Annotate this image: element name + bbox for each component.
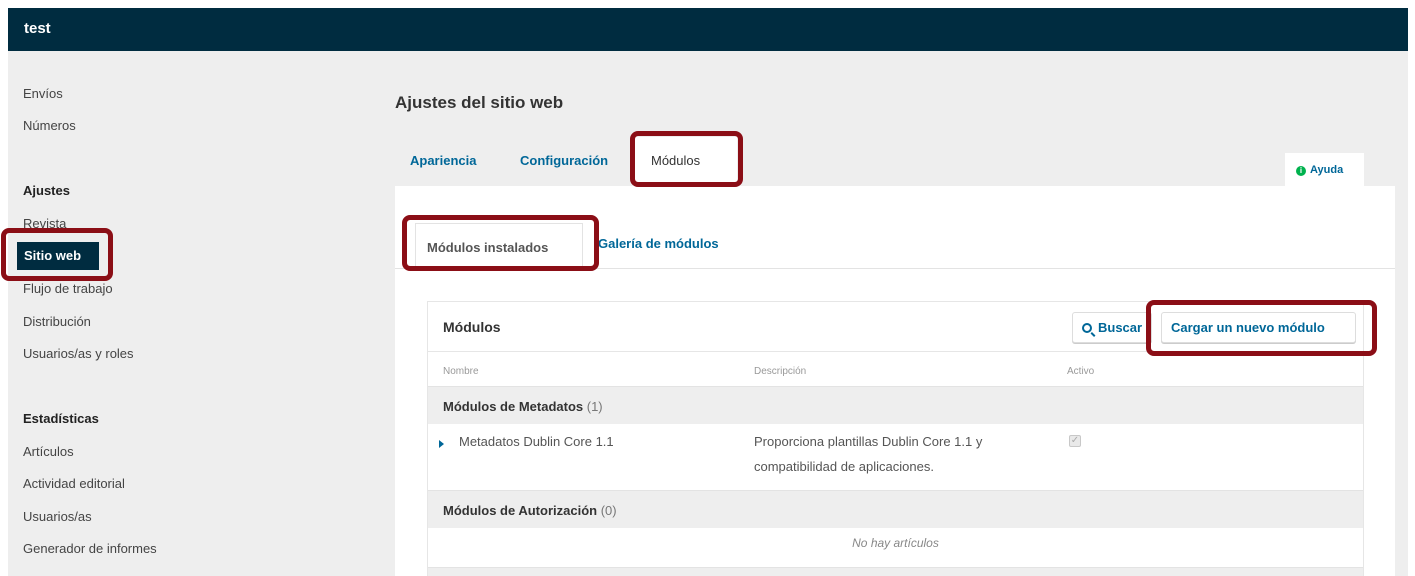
sidebar-item-sitio-web[interactable]: Sitio web — [17, 242, 99, 270]
upload-plugin-button[interactable]: Cargar un nuevo módulo — [1161, 312, 1356, 343]
app-title[interactable]: test — [24, 20, 51, 37]
group-count: (1) — [586, 399, 603, 414]
sidebar-item-revista[interactable]: Revista — [23, 216, 66, 231]
page-margin — [1408, 8, 1415, 576]
group-count: (0) — [600, 503, 617, 518]
sidebar-item-numeros[interactable]: Números — [23, 118, 76, 133]
plugins-title: Módulos — [443, 319, 501, 335]
next-group-row — [428, 567, 1363, 576]
subtab-installed-label: Módulos instalados — [427, 240, 549, 255]
main-content: Ajustes del sitio web Apariencia Configu… — [385, 51, 1408, 576]
column-header-name: Nombre — [443, 366, 479, 377]
subtab-installed[interactable]: Módulos instalados — [415, 223, 583, 269]
plugins-card: Módulos Buscar Cargar un nuevo módulo No… — [427, 301, 1364, 576]
group-label: Módulos de Autorización (0) — [443, 503, 617, 518]
search-button[interactable]: Buscar — [1072, 312, 1152, 343]
info-icon: i — [1296, 166, 1306, 176]
plugin-name: Metadatos Dublin Core 1.1 — [459, 434, 614, 449]
help-label: Ayuda — [1310, 164, 1344, 176]
group-name: Módulos de Autorización — [443, 503, 598, 518]
sidebar-heading-ajustes: Ajustes — [23, 183, 70, 198]
plugin-description-line2: compatibilidad de aplicaciones. — [754, 459, 934, 474]
tab-modulos-label: Módulos — [651, 153, 701, 168]
plugin-description-line1: Proporciona plantillas Dublin Core 1.1 y — [754, 434, 983, 449]
top-bar: test — [8, 8, 1408, 51]
group-label: Módulos de Metadatos (1) — [443, 399, 603, 414]
subtab-gallery[interactable]: Galería de módulos — [598, 236, 719, 251]
tab-apariencia[interactable]: Apariencia — [410, 153, 476, 168]
search-icon — [1082, 323, 1092, 333]
sidebar-item-articulos[interactable]: Artículos — [23, 444, 74, 459]
empty-message: No hay artículos — [852, 536, 939, 550]
sidebar-item-usuarios-roles[interactable]: Usuarios/as y roles — [23, 346, 134, 361]
tab-modulos[interactable]: Módulos — [633, 137, 737, 186]
sidebar-item-informes[interactable]: Generador de informes — [23, 541, 157, 556]
sidebar: Envíos Números Ajustes Revista Sitio web… — [8, 51, 385, 576]
sidebar-item-distribucion[interactable]: Distribución — [23, 314, 91, 329]
page-title: Ajustes del sitio web — [395, 93, 564, 112]
group-row-authorization: Módulos de Autorización (0) — [428, 490, 1363, 528]
tab-panel: Módulos instalados Galería de módulos Mó… — [395, 186, 1395, 576]
sidebar-heading-estadisticas: Estadísticas — [23, 411, 99, 426]
expand-row-icon[interactable] — [439, 440, 444, 448]
help-button[interactable]: i Ayuda — [1285, 153, 1364, 186]
plugin-active-checkbox[interactable]: ✓ — [1069, 435, 1081, 447]
column-header-description: Descripción — [754, 366, 807, 377]
tab-configuracion[interactable]: Configuración — [520, 153, 608, 168]
search-button-label: Buscar — [1098, 320, 1143, 335]
sidebar-item-usuarios[interactable]: Usuarios/as — [23, 509, 92, 524]
sidebar-item-envios[interactable]: Envíos — [23, 86, 63, 101]
sidebar-item-actividad[interactable]: Actividad editorial — [23, 476, 125, 491]
sidebar-item-flujo[interactable]: Flujo de trabajo — [23, 281, 113, 296]
plugins-card-header: Módulos Buscar Cargar un nuevo módulo — [428, 302, 1363, 352]
column-header-active: Activo — [1067, 366, 1095, 377]
group-name: Módulos de Metadatos — [443, 399, 584, 414]
upload-plugin-label: Cargar un nuevo módulo — [1171, 320, 1325, 335]
group-row-metadata: Módulos de Metadatos (1) — [428, 386, 1363, 424]
